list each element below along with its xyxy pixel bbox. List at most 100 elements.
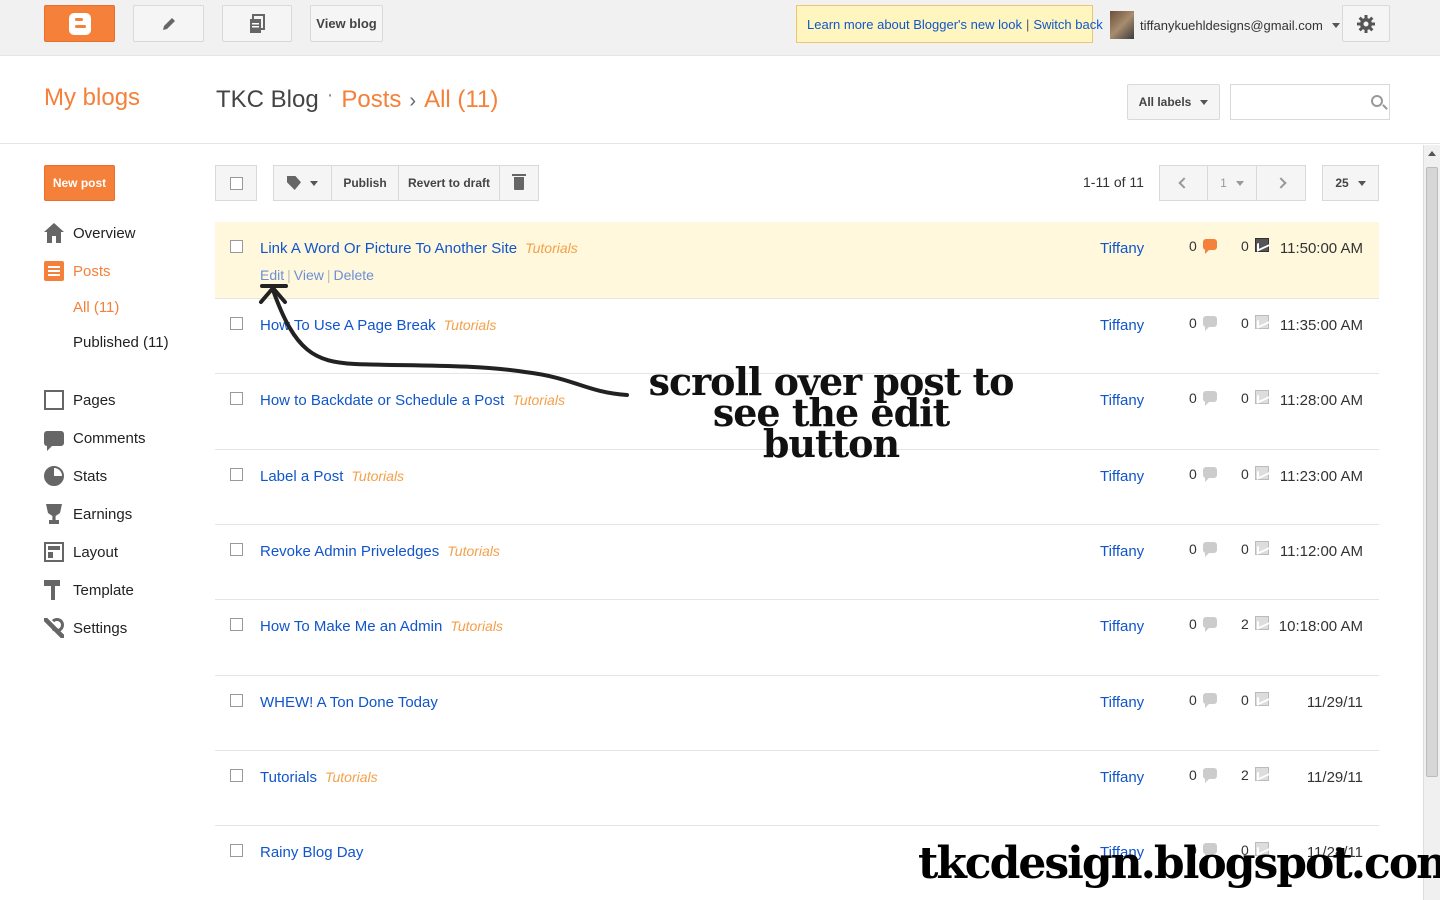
chevron-down-icon bbox=[1235, 180, 1244, 186]
select-all-checkbox[interactable] bbox=[229, 176, 243, 190]
post-author[interactable]: Tiffany bbox=[1100, 317, 1144, 334]
comment-count: 0 bbox=[1189, 616, 1197, 632]
top-bar: View blog Learn more about Blogger's new… bbox=[0, 0, 1440, 56]
sidebar-item-layout[interactable]: Layout bbox=[44, 539, 118, 565]
post-author[interactable]: Tiffany bbox=[1100, 392, 1144, 409]
table-row[interactable]: Tutorials Tutorials Tiffany 0 2 11/29/11 bbox=[215, 751, 1379, 826]
row-checkbox[interactable] bbox=[230, 543, 243, 556]
sidebar-item-label: Template bbox=[73, 581, 134, 599]
breadcrumb-all[interactable]: All (11) bbox=[424, 86, 498, 113]
comment-count: 0 bbox=[1189, 466, 1197, 482]
table-row[interactable]: Revoke Admin Priveledges Tutorials Tiffan… bbox=[215, 525, 1379, 600]
post-author[interactable]: Tiffany bbox=[1100, 694, 1144, 711]
publish-button[interactable]: Publish bbox=[331, 165, 399, 201]
post-time: 11:50:00 AM bbox=[1279, 240, 1363, 257]
chevron-down-icon bbox=[1331, 22, 1340, 28]
pages-button[interactable] bbox=[222, 5, 292, 42]
page-number: 1 bbox=[1220, 176, 1227, 190]
revert-to-draft-button[interactable]: Revert to draft bbox=[398, 165, 500, 201]
new-post-button[interactable]: New post bbox=[44, 165, 115, 201]
delete-button[interactable] bbox=[499, 165, 539, 201]
comment-icon bbox=[1203, 316, 1217, 331]
row-checkbox[interactable] bbox=[230, 694, 243, 707]
vertical-scrollbar[interactable] bbox=[1423, 145, 1440, 900]
row-checkbox[interactable] bbox=[230, 844, 243, 857]
breadcrumb-posts[interactable]: Posts bbox=[341, 86, 401, 113]
post-label[interactable]: Tutorials bbox=[447, 543, 500, 559]
comment-icon bbox=[1203, 542, 1217, 557]
sidebar-item-stats[interactable]: Stats bbox=[44, 463, 107, 489]
sidebar-item-earnings[interactable]: Earnings bbox=[44, 501, 132, 527]
breadcrumb: TKC Blog · Posts › All (11) bbox=[216, 84, 498, 114]
select-all-checkbox-button[interactable] bbox=[215, 165, 257, 201]
row-checkbox[interactable] bbox=[230, 317, 243, 330]
view-count: 0 bbox=[1241, 541, 1249, 557]
row-checkbox[interactable] bbox=[230, 392, 243, 405]
post-title[interactable]: Label a Post bbox=[260, 468, 343, 485]
stats-icon bbox=[44, 466, 64, 486]
sidebar-item-label: Pages bbox=[73, 391, 116, 409]
post-title[interactable]: WHEW! A Ton Done Today bbox=[260, 694, 438, 711]
my-blogs-link[interactable]: My blogs bbox=[44, 84, 140, 112]
row-checkbox[interactable] bbox=[230, 468, 243, 481]
prev-page-button[interactable] bbox=[1159, 165, 1208, 201]
sidebar-subitem-all[interactable]: All (11) bbox=[73, 299, 119, 316]
post-title[interactable]: How To Make Me an Admin bbox=[260, 618, 442, 635]
search-input[interactable] bbox=[1231, 85, 1351, 119]
pagination-range: 1-11 of 11 bbox=[1083, 174, 1144, 190]
post-author[interactable]: Tiffany bbox=[1100, 240, 1144, 257]
per-page-value: 25 bbox=[1335, 176, 1349, 190]
view-count: 0 bbox=[1241, 238, 1249, 254]
post-label[interactable]: Tutorials bbox=[450, 618, 503, 634]
sidebar-item-label: Overview bbox=[73, 224, 136, 242]
next-page-button[interactable] bbox=[1256, 165, 1306, 201]
annotation-arrow bbox=[259, 284, 629, 397]
table-row[interactable]: WHEW! A Ton Done Today Tiffany 0 0 11/29… bbox=[215, 676, 1379, 751]
comment-icon bbox=[1203, 467, 1217, 482]
sidebar-item-settings[interactable]: Settings bbox=[44, 615, 127, 641]
blog-name[interactable]: TKC Blog bbox=[216, 86, 319, 113]
account-menu[interactable]: tiffanykuehldesigns@gmail.com bbox=[1110, 10, 1340, 40]
row-checkbox[interactable] bbox=[230, 618, 243, 631]
gear-icon bbox=[1357, 14, 1375, 33]
switch-back-link[interactable]: Switch back bbox=[1033, 17, 1102, 32]
user-email: tiffanykuehldesigns@gmail.com bbox=[1140, 17, 1323, 33]
per-page-select[interactable]: 25 bbox=[1322, 165, 1379, 201]
scroll-up-arrow-icon[interactable] bbox=[1428, 151, 1436, 156]
view-count: 2 bbox=[1241, 767, 1249, 783]
learn-more-link[interactable]: Learn more about Blogger's new look bbox=[807, 17, 1022, 32]
post-title[interactable]: Tutorials bbox=[260, 769, 317, 786]
blogger-home-button[interactable] bbox=[44, 5, 115, 42]
sidebar-item-template[interactable]: Template bbox=[44, 577, 134, 603]
post-author[interactable]: Tiffany bbox=[1100, 468, 1144, 485]
post-title[interactable]: Revoke Admin Priveledges bbox=[260, 543, 439, 560]
post-author[interactable]: Tiffany bbox=[1100, 543, 1144, 560]
label-dropdown-button[interactable] bbox=[273, 165, 332, 201]
trophy-icon bbox=[46, 504, 62, 524]
sidebar-item-posts[interactable]: Posts bbox=[44, 258, 111, 284]
sidebar-item-overview[interactable]: Overview bbox=[44, 220, 136, 246]
view-count: 0 bbox=[1241, 390, 1249, 406]
post-title[interactable]: Link A Word Or Picture To Another Site bbox=[260, 240, 517, 257]
scrollbar-thumb[interactable] bbox=[1426, 167, 1438, 777]
row-checkbox[interactable] bbox=[230, 769, 243, 782]
post-author[interactable]: Tiffany bbox=[1100, 618, 1144, 635]
post-label[interactable]: Tutorials bbox=[525, 240, 578, 256]
view-blog-button[interactable]: View blog bbox=[310, 5, 383, 42]
post-author[interactable]: Tiffany bbox=[1100, 769, 1144, 786]
new-post-pencil-button[interactable] bbox=[133, 5, 204, 42]
post-title[interactable]: Rainy Blog Day bbox=[260, 844, 363, 861]
settings-gear-button[interactable] bbox=[1342, 5, 1390, 42]
sidebar-item-pages[interactable]: Pages bbox=[44, 387, 116, 413]
page-select[interactable]: 1 bbox=[1207, 165, 1257, 201]
sidebar-subitem-published[interactable]: Published (11) bbox=[73, 334, 169, 351]
sidebar-item-comments[interactable]: Comments bbox=[44, 425, 146, 451]
comment-icon bbox=[1203, 693, 1217, 708]
table-row[interactable]: How To Make Me an Admin Tutorials Tiffany… bbox=[215, 600, 1379, 676]
row-checkbox[interactable] bbox=[230, 240, 243, 253]
post-label[interactable]: Tutorials bbox=[325, 769, 378, 785]
post-label[interactable]: Tutorials bbox=[351, 468, 404, 484]
labels-dropdown[interactable]: All labels bbox=[1127, 84, 1220, 120]
search-icon[interactable] bbox=[1371, 95, 1383, 107]
blogger-logo-icon bbox=[68, 12, 91, 35]
